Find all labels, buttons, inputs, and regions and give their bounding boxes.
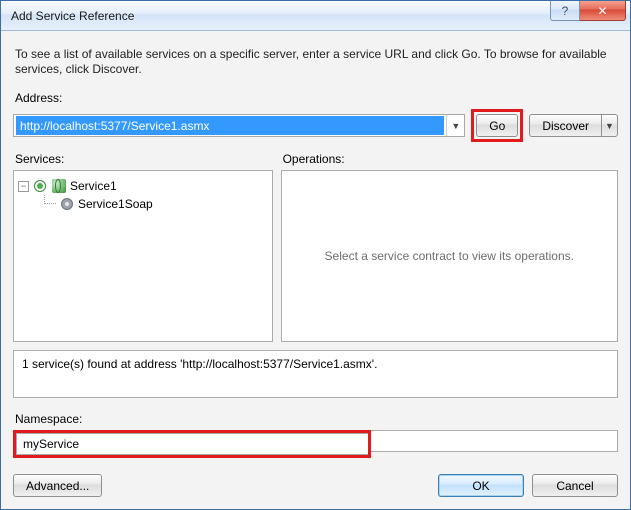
address-combobox[interactable]: ▼ <box>13 114 465 137</box>
window-title: Add Service Reference <box>11 9 550 23</box>
namespace-input-rest <box>371 430 618 458</box>
tree-node-label: Service1 <box>70 179 117 193</box>
help-button[interactable]: ? <box>550 1 580 21</box>
services-column: Services: − Service1 <box>13 152 273 342</box>
discover-split-button: Discover ▼ <box>529 114 618 137</box>
status-panel: 1 service(s) found at address 'http://lo… <box>13 350 618 398</box>
tree-node-label: Service1Soap <box>78 197 153 211</box>
services-tree-panel[interactable]: − Service1 <box>13 170 273 342</box>
expand-toggle[interactable]: − <box>18 181 29 192</box>
advanced-button[interactable]: Advanced... <box>13 474 102 497</box>
namespace-input[interactable] <box>16 433 368 455</box>
close-icon: ✕ <box>597 4 607 18</box>
address-row: ▼ Go Discover ▼ <box>13 109 618 142</box>
discover-button[interactable]: Discover <box>529 114 601 137</box>
highlight-namespace <box>13 430 371 458</box>
tree-node-root[interactable]: − Service1 <box>18 177 268 195</box>
address-dropdown-button[interactable]: ▼ <box>446 115 464 136</box>
middle-panels: Services: − Service1 <box>13 152 618 342</box>
services-tree: − Service1 <box>14 171 272 219</box>
operations-label: Operations: <box>283 152 618 166</box>
dialog-content: To see a list of available services on a… <box>1 31 630 509</box>
service-selected-icon <box>32 178 48 194</box>
chevron-down-icon: ▼ <box>451 121 460 131</box>
cancel-button[interactable]: Cancel <box>532 474 618 497</box>
close-button[interactable]: ✕ <box>580 1 626 21</box>
chevron-down-icon: ▼ <box>605 121 614 131</box>
tree-node-child[interactable]: Service1Soap <box>18 195 268 213</box>
operations-column: Operations: Select a service contract to… <box>281 152 618 342</box>
address-label: Address: <box>15 91 618 105</box>
discover-dropdown-button[interactable]: ▼ <box>601 114 618 137</box>
go-button[interactable]: Go <box>476 114 518 137</box>
contract-icon <box>59 196 75 212</box>
status-text: 1 service(s) found at address 'http://lo… <box>22 357 377 371</box>
tree-connector <box>44 195 56 204</box>
address-input[interactable] <box>16 116 444 135</box>
operations-panel[interactable]: Select a service contract to view its op… <box>281 170 618 342</box>
namespace-label: Namespace: <box>15 412 618 426</box>
operations-placeholder: Select a service contract to view its op… <box>325 249 574 263</box>
titlebar[interactable]: Add Service Reference ? ✕ <box>1 1 630 31</box>
window-controls: ? ✕ <box>550 1 626 23</box>
namespace-input-wrap <box>13 430 618 458</box>
namespace-block: Namespace: <box>13 412 618 458</box>
question-icon: ? <box>562 4 569 18</box>
instruction-text: To see a list of available services on a… <box>15 47 616 77</box>
dialog-footer: Advanced... OK Cancel <box>13 474 618 497</box>
services-label: Services: <box>15 152 273 166</box>
highlight-go: Go <box>471 109 523 142</box>
ok-button[interactable]: OK <box>438 474 524 497</box>
web-service-icon <box>51 178 67 194</box>
dialog-add-service-reference: Add Service Reference ? ✕ To see a list … <box>0 0 631 510</box>
namespace-input-extension[interactable] <box>371 430 618 452</box>
